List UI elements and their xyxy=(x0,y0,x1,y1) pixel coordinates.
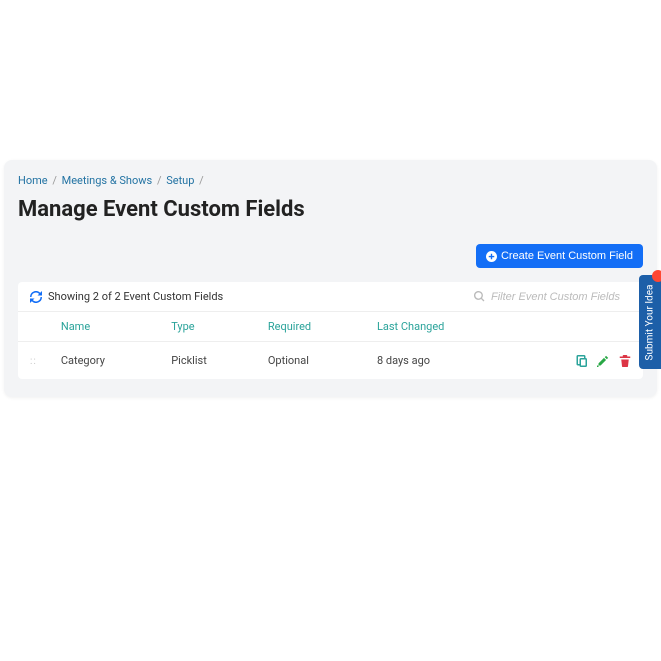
table-panel: Showing 2 of 2 Event Custom Fields Name … xyxy=(18,282,643,379)
filter-input[interactable] xyxy=(491,291,631,303)
col-name[interactable]: Name xyxy=(49,312,159,342)
col-last-changed[interactable]: Last Changed xyxy=(365,312,513,342)
cell-required: Optional xyxy=(256,342,365,380)
page-title: Manage Event Custom Fields xyxy=(18,197,643,222)
status-text: Showing 2 of 2 Event Custom Fields xyxy=(48,290,223,303)
page-card: Home / Meetings & Shows / Setup / Manage… xyxy=(4,160,657,397)
submit-idea-label: Submit Your Idea xyxy=(645,284,656,360)
breadcrumb-sep: / xyxy=(157,174,162,187)
col-required[interactable]: Required xyxy=(256,312,365,342)
breadcrumb-sep: / xyxy=(52,174,57,187)
cell-last-changed: 8 days ago xyxy=(365,342,513,380)
table-row: :: Category Picklist Optional 8 days ago xyxy=(18,342,643,380)
duplicate-icon[interactable] xyxy=(575,355,587,367)
col-handle xyxy=(18,312,49,342)
breadcrumb-sep: / xyxy=(199,174,204,187)
cell-name: Category xyxy=(49,342,159,380)
search-wrap xyxy=(474,291,631,303)
row-actions xyxy=(525,355,631,367)
refresh-icon[interactable] xyxy=(30,291,42,303)
custom-fields-table: Name Type Required Last Changed :: Categ… xyxy=(18,311,643,379)
search-icon xyxy=(474,291,485,302)
edit-icon[interactable] xyxy=(597,355,609,367)
toolbar: Create Event Custom Field xyxy=(18,244,643,268)
delete-icon[interactable] xyxy=(619,355,631,367)
submit-idea-tab[interactable]: Submit Your Idea xyxy=(639,275,661,369)
create-event-custom-field-button[interactable]: Create Event Custom Field xyxy=(476,244,643,268)
notification-dot-icon xyxy=(652,270,661,282)
col-actions xyxy=(513,312,643,342)
breadcrumb-setup[interactable]: Setup xyxy=(166,174,194,187)
col-type[interactable]: Type xyxy=(159,312,256,342)
create-button-label: Create Event Custom Field xyxy=(501,250,633,262)
breadcrumb-meetings[interactable]: Meetings & Shows xyxy=(62,174,153,187)
breadcrumb: Home / Meetings & Shows / Setup / xyxy=(18,174,643,187)
plus-circle-icon xyxy=(486,251,497,262)
panel-header: Showing 2 of 2 Event Custom Fields xyxy=(18,282,643,311)
drag-handle-icon[interactable]: :: xyxy=(30,356,37,367)
cell-type: Picklist xyxy=(159,342,256,380)
breadcrumb-home[interactable]: Home xyxy=(18,174,48,187)
